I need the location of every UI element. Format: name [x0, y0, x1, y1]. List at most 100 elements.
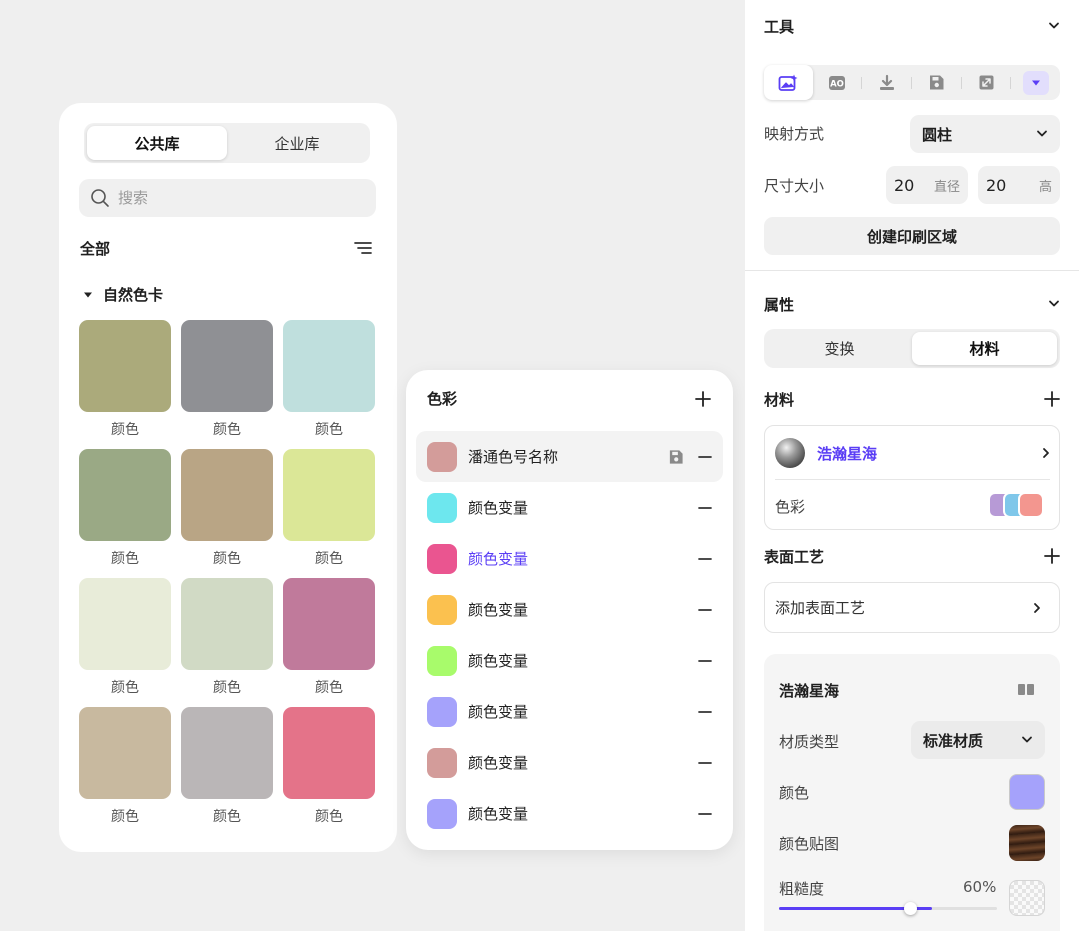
tab-enterprise-library[interactable]: 企业库	[227, 126, 367, 160]
download-icon	[879, 74, 894, 90]
remove-icon[interactable]	[698, 608, 712, 612]
diameter-value: 20	[894, 175, 915, 195]
color-swatch[interactable]: 颜色	[79, 707, 171, 825]
popup-header: 色彩	[427, 388, 711, 409]
save-icon[interactable]	[668, 449, 684, 465]
color-swatch[interactable]: 颜色	[283, 449, 375, 567]
color-list-item[interactable]: 颜色变量	[416, 482, 723, 533]
color-list-item[interactable]: 颜色变量	[416, 533, 723, 584]
chevron-right-icon	[1033, 602, 1041, 614]
chevron-down-icon	[1036, 130, 1048, 138]
add-color-button[interactable]	[695, 390, 711, 407]
color-list-item[interactable]: 颜色变量	[416, 635, 723, 686]
material-type-label: 材质类型	[779, 733, 840, 751]
color-swatch[interactable]: 颜色	[181, 578, 273, 696]
add-material-button[interactable]	[1044, 391, 1060, 407]
color-list-item[interactable]: 颜色变量	[416, 737, 723, 788]
remove-icon[interactable]	[698, 557, 712, 561]
remove-icon[interactable]	[698, 761, 712, 765]
svg-text:AO: AO	[830, 79, 844, 89]
color-list-item[interactable]: 颜色变量	[416, 686, 723, 737]
caret-down-icon	[83, 291, 93, 299]
roughness-map-thumbnail[interactable]	[1009, 880, 1045, 916]
library-book-icon[interactable]	[1017, 683, 1035, 696]
plus-icon	[695, 390, 711, 407]
filter-icon[interactable]	[354, 241, 372, 255]
create-print-area-button[interactable]: 创建印刷区域	[764, 217, 1060, 255]
tab-material[interactable]: 材料	[912, 332, 1057, 365]
color-swatch[interactable]: 颜色	[181, 320, 273, 438]
mapping-value: 圆柱	[922, 125, 953, 144]
caret-down-icon	[1022, 70, 1049, 95]
search-box	[79, 179, 376, 217]
tool-save[interactable]	[912, 65, 961, 100]
tool-resize[interactable]	[962, 65, 1011, 100]
color-list-item[interactable]: 潘通色号名称	[416, 431, 723, 482]
color-chip	[427, 798, 457, 829]
plus-icon	[1044, 391, 1060, 407]
material-item[interactable]: 浩瀚星海	[775, 437, 1050, 469]
properties-panel: 工具 AO 映射方式 圆柱 尺寸大小 20 直径 20 高 创建印刷区域 属性 …	[745, 0, 1079, 931]
divider	[745, 270, 1079, 271]
wood-texture-thumbnail[interactable]	[1009, 825, 1045, 861]
color-swatch[interactable]: 颜色	[283, 707, 375, 825]
chevron-down-icon	[1048, 300, 1060, 308]
diameter-input[interactable]: 20 直径	[886, 166, 968, 204]
remove-icon[interactable]	[698, 659, 712, 663]
tab-public-library[interactable]: 公共库	[87, 126, 227, 160]
material-color-chips[interactable]	[988, 492, 1048, 518]
tool-download[interactable]	[862, 65, 911, 100]
color-swatch[interactable]: 颜色	[181, 707, 273, 825]
color-name: 颜色变量	[468, 601, 529, 619]
color-swatch[interactable]: 颜色	[79, 320, 171, 438]
add-surface-process-row[interactable]: 添加表面工艺	[764, 582, 1060, 633]
color-chip	[427, 594, 457, 625]
swatch-label: 颜色	[111, 551, 139, 567]
color-list-item[interactable]: 颜色变量	[416, 584, 723, 635]
props-section-header[interactable]: 属性	[764, 292, 1060, 316]
material-sphere-icon	[775, 438, 805, 468]
swatch-label: 颜色	[111, 680, 139, 696]
search-input[interactable]	[118, 189, 338, 207]
tab-transform[interactable]: 变换	[767, 332, 912, 365]
property-tabs: 变换 材料	[764, 329, 1060, 368]
chevron-down-icon	[1048, 22, 1060, 30]
group-label: 自然色卡	[103, 286, 164, 304]
color-swatch[interactable]: 颜色	[181, 449, 273, 567]
add-surface-button[interactable]	[1044, 548, 1060, 564]
height-input[interactable]: 20 高	[978, 166, 1060, 204]
remove-icon[interactable]	[698, 455, 712, 459]
swatch-label: 颜色	[213, 551, 241, 567]
roughness-slider[interactable]	[779, 902, 997, 915]
filter-row: 全部	[80, 236, 372, 260]
tools-section-header[interactable]: 工具	[764, 14, 1060, 38]
detail-color-swatch[interactable]	[1009, 774, 1045, 810]
group-header-natural[interactable]: 自然色卡	[83, 284, 163, 305]
color-list-item[interactable]: 颜色变量	[416, 788, 723, 839]
size-label: 尺寸大小	[764, 177, 825, 195]
mapping-label: 映射方式	[764, 125, 825, 143]
roughness-slider-handle[interactable]	[903, 902, 917, 915]
color-name: 潘通色号名称	[468, 448, 559, 466]
color-name: 颜色变量	[468, 754, 529, 772]
roughness-label: 粗糙度	[779, 880, 825, 898]
tool-ai-image[interactable]	[764, 65, 813, 100]
color-name: 颜色变量	[468, 652, 529, 670]
material-type-select[interactable]: 标准材质	[911, 721, 1045, 759]
mapping-select[interactable]: 圆柱	[910, 115, 1060, 153]
swatch-label: 颜色	[315, 680, 343, 696]
color-swatch[interactable]: 颜色	[283, 320, 375, 438]
color-chip	[427, 543, 457, 574]
remove-icon[interactable]	[698, 812, 712, 816]
height-unit: 高	[1038, 179, 1052, 195]
remove-icon[interactable]	[698, 506, 712, 510]
tool-ai[interactable]: AO	[813, 65, 862, 100]
swatch-label: 颜色	[213, 809, 241, 825]
color-swatch[interactable]: 颜色	[283, 578, 375, 696]
roughness-value: 60%	[963, 878, 997, 896]
tool-more-dropdown[interactable]	[1011, 65, 1060, 100]
remove-icon[interactable]	[698, 710, 712, 714]
library-tabs: 公共库 企业库	[84, 123, 370, 163]
color-swatch[interactable]: 颜色	[79, 578, 171, 696]
color-swatch[interactable]: 颜色	[79, 449, 171, 567]
